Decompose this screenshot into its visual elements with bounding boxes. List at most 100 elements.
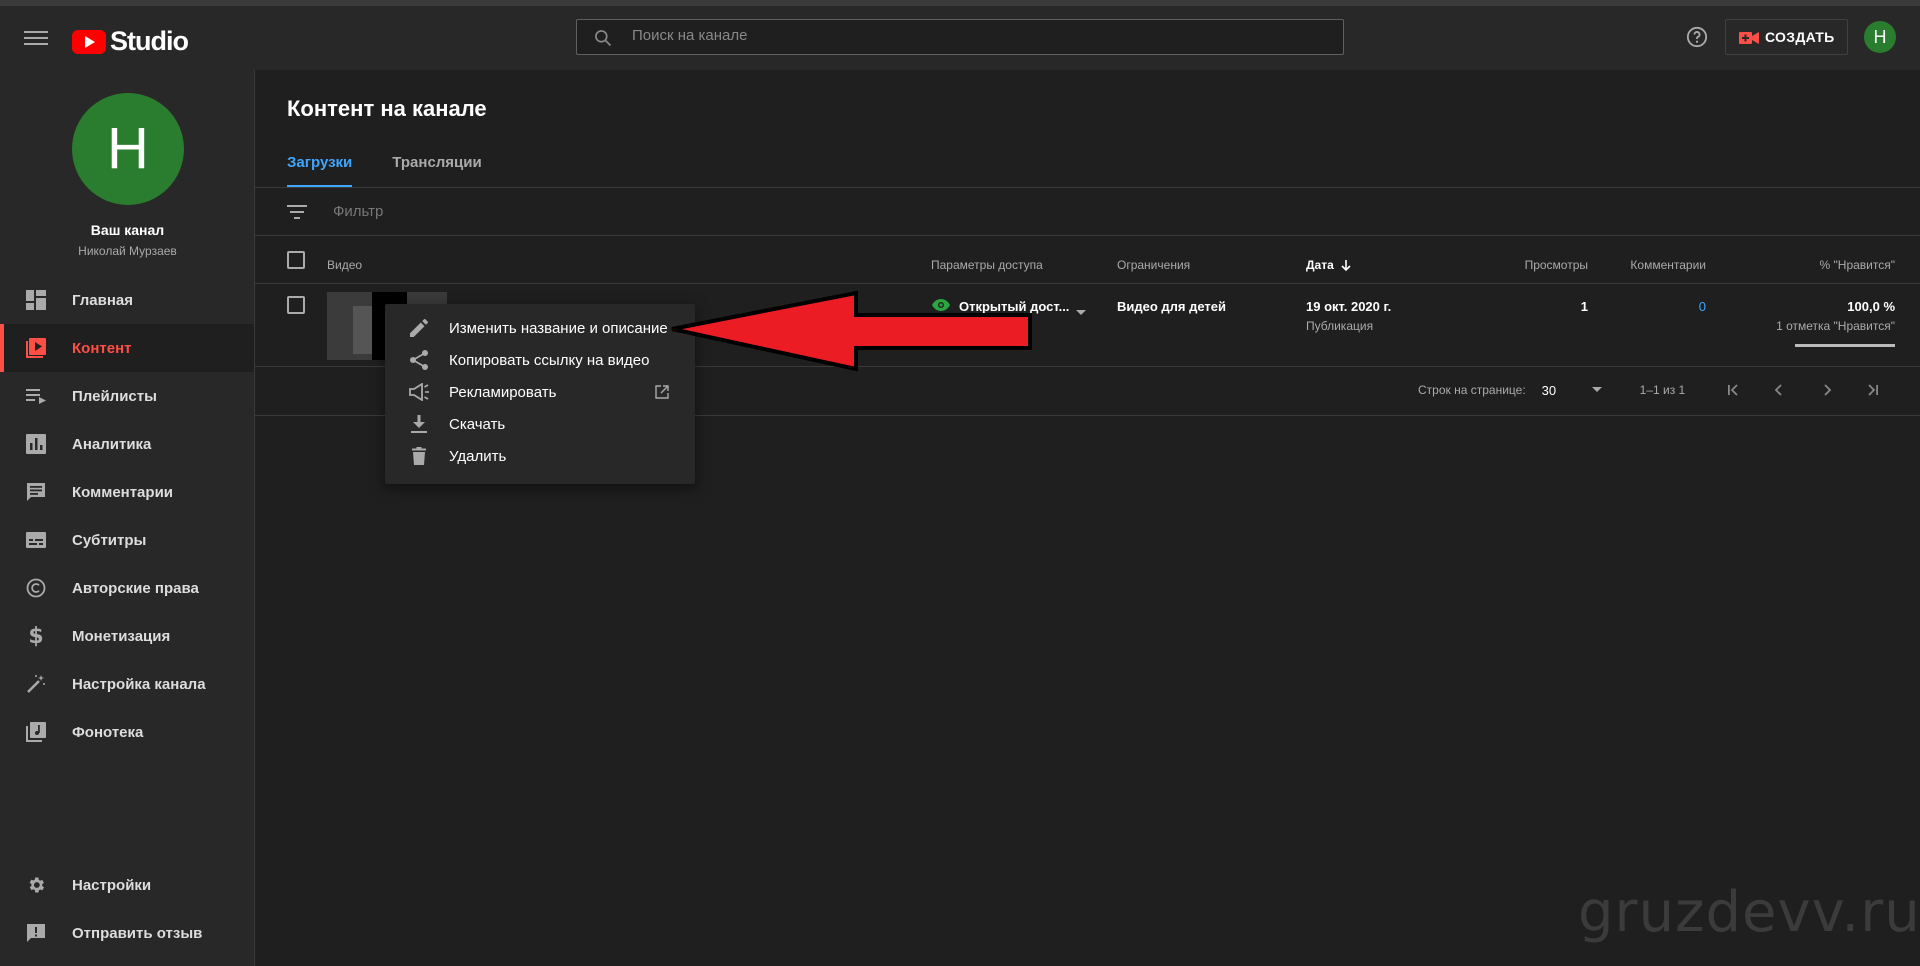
sidebar-item-dashboard[interactable]: Главная (0, 276, 254, 324)
playlists-icon (24, 384, 48, 408)
copyright-icon (24, 576, 48, 600)
tab-live[interactable]: Трансляции (392, 144, 481, 188)
youtube-play-icon (72, 29, 106, 54)
divider (255, 235, 1920, 236)
content-icon (24, 336, 48, 360)
filter-bar (287, 203, 733, 220)
content-tabs: Загрузки Трансляции (287, 144, 522, 188)
dropdown-arrow-icon[interactable] (1076, 303, 1086, 321)
sidebar-item-label: Субтитры (72, 531, 147, 549)
comments-icon (24, 480, 48, 504)
share-icon (409, 350, 429, 370)
search-input[interactable] (632, 27, 1312, 44)
menu-item-download[interactable]: Скачать (385, 408, 695, 440)
filter-icon[interactable] (287, 204, 307, 220)
comments-value[interactable]: 0 (1606, 299, 1706, 314)
sidebar-nav: Главная Контент Плейлисты Аналитика Комм… (0, 276, 254, 756)
views-value: 1 (1580, 299, 1588, 314)
audio-library-icon (24, 720, 48, 744)
sidebar-item-content[interactable]: Контент (0, 324, 254, 372)
sidebar-item-customization[interactable]: Настройка канала (0, 660, 254, 708)
row-checkbox[interactable] (287, 296, 305, 314)
rows-per-page-value: 30 (1541, 382, 1557, 398)
sidebar-item-copyright[interactable]: Авторские права (0, 564, 254, 612)
sidebar-item-label: Комментарии (72, 483, 174, 501)
first-page-icon[interactable] (1725, 382, 1741, 398)
main-content: Контент на канале Загрузки Трансляции Ви… (255, 70, 1920, 966)
column-header-restrictions[interactable]: Ограничения (1117, 258, 1190, 272)
menu-item-copy-link[interactable]: Копировать ссылку на видео (385, 344, 695, 376)
sidebar-item-feedback[interactable]: Отправить отзыв (0, 909, 254, 957)
sidebar-item-comments[interactable]: Комментарии (0, 468, 254, 516)
menu-item-promote[interactable]: Рекламировать (385, 376, 695, 408)
menu-icon[interactable] (24, 28, 48, 48)
search-icon (595, 30, 612, 47)
filter-input[interactable] (333, 203, 733, 220)
download-icon (409, 414, 429, 434)
external-link-icon (655, 385, 669, 404)
last-page-icon[interactable] (1865, 382, 1881, 398)
create-button[interactable]: СОЗДАТЬ (1725, 19, 1848, 55)
sidebar-item-label: Отправить отзыв (72, 924, 203, 942)
pencil-icon (409, 318, 429, 338)
date-status: Публикация (1306, 319, 1374, 333)
likes-ratio-bar (1795, 344, 1895, 347)
logo-text: Studio (110, 26, 189, 56)
sidebar-item-monetization[interactable]: $ Монетизация (0, 612, 254, 660)
divider (255, 187, 1920, 188)
channel-owner-name: Николай Мурзаев (78, 244, 177, 258)
sidebar-item-settings[interactable]: Настройки (0, 861, 254, 909)
date-value: 19 окт. 2020 г. (1306, 299, 1392, 314)
video-camera-icon (1739, 31, 1759, 44)
tab-uploads[interactable]: Загрузки (287, 144, 353, 188)
select-all-checkbox[interactable] (287, 251, 305, 269)
menu-item-edit-details[interactable]: Изменить название и описание (385, 312, 695, 344)
feedback-icon (24, 921, 48, 945)
megaphone-icon (409, 382, 429, 402)
account-avatar[interactable]: Н (1864, 21, 1896, 53)
arrow-down-icon (1341, 260, 1351, 271)
menu-item-label: Рекламировать (449, 383, 557, 401)
help-icon[interactable] (1686, 26, 1708, 53)
column-header-likes[interactable]: % "Нравится" (1765, 258, 1895, 272)
menu-item-label: Скачать (449, 415, 506, 433)
restrictions-value: Видео для детей (1117, 299, 1227, 314)
menu-item-label: Копировать ссылку на видео (449, 351, 650, 369)
gear-icon (24, 873, 48, 897)
sidebar-item-label: Главная (72, 291, 134, 309)
channel-title: Ваш канал (90, 222, 165, 238)
divider (255, 283, 1920, 284)
rows-per-page-label: Строк на странице: (1418, 383, 1526, 397)
column-header-date-label: Дата (1306, 258, 1334, 272)
channel-avatar[interactable]: Н (72, 93, 184, 205)
column-header-comments[interactable]: Комментарии (1606, 258, 1706, 272)
menu-item-label: Изменить название и описание (449, 319, 668, 337)
magic-wand-icon (24, 672, 48, 696)
column-header-visibility[interactable]: Параметры доступа (931, 258, 1043, 272)
analytics-icon (24, 432, 48, 456)
sidebar-item-playlists[interactable]: Плейлисты (0, 372, 254, 420)
search-box[interactable] (576, 19, 1344, 55)
sidebar-item-label: Плейлисты (72, 387, 157, 405)
sidebar-item-label: Аналитика (72, 435, 152, 453)
rows-per-page-select[interactable]: 30 (1542, 383, 1602, 398)
previous-page-icon[interactable] (1771, 382, 1787, 398)
column-header-views[interactable]: Просмотры (1488, 258, 1588, 272)
sidebar-item-label: Монетизация (72, 627, 171, 645)
subtitles-icon (24, 528, 48, 552)
likes-count: 1 отметка "Нравится" (1776, 319, 1895, 333)
sidebar-item-subtitles[interactable]: Субтитры (0, 516, 254, 564)
next-page-icon[interactable] (1819, 382, 1835, 398)
youtube-studio-logo[interactable]: Studio (72, 26, 189, 57)
dollar-icon: $ (28, 623, 44, 649)
top-bar: Studio СОЗДАТЬ Н (0, 6, 1920, 70)
dashboard-icon (24, 288, 48, 312)
sidebar-item-analytics[interactable]: Аналитика (0, 420, 254, 468)
sidebar-item-audio-library[interactable]: Фонотека (0, 708, 254, 756)
sidebar-bottom-nav: Настройки Отправить отзыв (0, 861, 254, 957)
column-header-date[interactable]: Дата (1306, 258, 1352, 272)
sidebar-item-label: Фонотека (72, 723, 144, 741)
pagination: Строк на странице: 30 1–1 из 1 (1418, 382, 1881, 398)
menu-item-label: Удалить (449, 447, 507, 465)
menu-item-delete[interactable]: Удалить (385, 440, 695, 472)
